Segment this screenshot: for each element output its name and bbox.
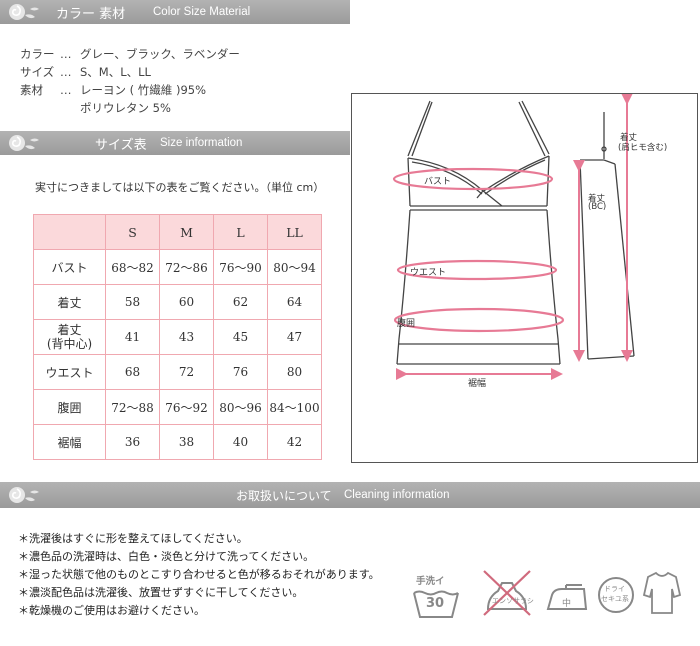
label-waist: ウエスト: [410, 268, 447, 278]
section-title-jp: カラー 素材: [56, 6, 126, 22]
rose-icon: [9, 4, 39, 20]
garment-dry-icon: [642, 571, 682, 614]
section-title-en: Cleaning information: [344, 489, 450, 501]
rose-icon: [9, 487, 39, 503]
table-cell: 58: [105, 284, 160, 320]
table-header-cell: LL: [267, 214, 322, 250]
label-bust: バスト: [424, 177, 452, 187]
table-cell: 80～96: [213, 389, 268, 425]
label-hem: 裾幅: [468, 379, 487, 389]
front-garment-outline: [396, 100, 561, 365]
row-label: ウエスト: [33, 354, 106, 390]
table-header-cell: L: [213, 214, 268, 250]
table-cell: 68: [105, 354, 160, 390]
info-row-material-2: ポリウレタン 5%: [80, 101, 171, 115]
list-item: ＊湿った状態で他のものとこすり合わせると色が移るおそれがあります。: [18, 568, 380, 581]
rose-icon: [9, 135, 39, 151]
iron-label: 中: [562, 599, 572, 609]
table-cell: 80～94: [267, 249, 322, 285]
row-label: バスト: [33, 249, 106, 285]
row-label: 着丈 (背中心): [33, 319, 106, 355]
row-label: 腹囲: [33, 389, 106, 425]
label-length-strap-sub: (肩ヒモ含む): [618, 143, 668, 153]
section-title-jp: お取扱いについて: [236, 488, 332, 503]
table-header-cell: M: [159, 214, 214, 250]
table-cell: 72: [159, 354, 214, 390]
size-note: 実寸につきましては以下の表をご覧ください。（単位 cm）: [35, 181, 325, 194]
no-bleach-icon: [483, 570, 531, 616]
table-row: 着丈 (背中心) 41 43 45 47: [33, 319, 322, 355]
measurement-diagram: バスト ウエスト 腹囲 裾幅 着丈 (肩ヒモ含む) 着丈 (BC): [351, 93, 698, 463]
row-label: 着丈: [33, 284, 106, 320]
section-header-care: お取扱いについて Cleaning information: [0, 482, 700, 508]
table-header-row: S M L LL: [33, 214, 322, 250]
section-title-en: Color Size Material: [153, 6, 251, 18]
row-label: 裾幅: [33, 424, 106, 460]
list-item: ＊洗濯後はすぐに形を整えてほしてください。: [18, 532, 248, 545]
table-cell: 72～88: [105, 389, 160, 425]
table-cell: 84～100: [267, 389, 322, 425]
table-cell: 38: [159, 424, 214, 460]
size-table: S M L LL バスト 68～82 72～86 76～90 80～94 着丈 …: [33, 214, 322, 460]
no-bleach-label: エンソサラシ: [492, 597, 534, 605]
table-row: 裾幅 36 38 40 42: [33, 424, 322, 460]
list-item: ＊濃色品の洗濯時は、白色・淡色と分けて洗ってください。: [18, 550, 315, 563]
table-cell: 76～92: [159, 389, 214, 425]
table-header-cell: S: [105, 214, 160, 250]
label-length-bc-sub: (BC): [588, 202, 607, 212]
list-item: ＊乾燥機のご使用はお避けください。: [18, 604, 205, 617]
belly-measure-loop: [393, 307, 565, 333]
table-cell: 43: [159, 319, 214, 355]
hand-wash-label: 手洗イ: [416, 576, 445, 587]
table-cell: 68～82: [105, 249, 160, 285]
table-cell: 36: [105, 424, 160, 460]
table-cell: 62: [213, 284, 268, 320]
dry-clean-sub-label: セキユ系: [601, 595, 629, 603]
info-row-material: 素材 … レーヨン ( 竹繊維 )95%: [20, 83, 206, 97]
table-cell: 76～90: [213, 249, 268, 285]
table-row: 着丈 58 60 62 64: [33, 284, 322, 320]
table-cell: 42: [267, 424, 322, 460]
info-row-color: カラー … グレー、ブラック、ラベンダー: [20, 47, 240, 61]
table-cell: 64: [267, 284, 322, 320]
section-header-color: カラー 素材 Color Size Material: [0, 0, 350, 24]
care-instructions-list: ＊洗濯後はすぐに形を整えてほしてください。 ＊濃色品の洗濯時は、白色・淡色と分け…: [18, 530, 380, 620]
table-cell: 47: [267, 319, 322, 355]
label-belly: 腹囲: [397, 319, 416, 329]
table-row: ウエスト 68 72 76 80: [33, 354, 322, 390]
table-cell: 80: [267, 354, 322, 390]
dry-clean-label: ドライ: [604, 585, 625, 593]
care-symbols: 手洗イ 30 エンソサラシ 中 ドライ セキユ系: [410, 565, 700, 625]
table-row: バスト 68～82 72～86 76～90 80～94: [33, 249, 322, 285]
section-title-jp: サイズ表: [95, 137, 147, 153]
table-row: 腹囲 72～88 76～92 80～96 84～100: [33, 389, 322, 425]
table-cell: 76: [213, 354, 268, 390]
table-cell: 40: [213, 424, 268, 460]
hand-wash-temp: 30: [426, 596, 445, 611]
section-title-en: Size information: [160, 137, 243, 149]
section-header-size: サイズ表 Size information: [0, 131, 350, 155]
table-cell: 72～86: [159, 249, 214, 285]
product-info-list: カラー … グレー、ブラック、ラベンダー サイズ … S、M、L、LL 素材 ……: [20, 45, 240, 117]
table-header-cell: [33, 214, 106, 250]
table-cell: 41: [105, 319, 160, 355]
bust-measure-loop: [392, 167, 554, 191]
table-cell: 45: [213, 319, 268, 355]
table-cell: 60: [159, 284, 214, 320]
info-row-size: サイズ … S、M、L、LL: [20, 65, 151, 79]
list-item: ＊濃淡配色品は洗濯後、放置せずすぐに干してください。: [18, 586, 304, 599]
